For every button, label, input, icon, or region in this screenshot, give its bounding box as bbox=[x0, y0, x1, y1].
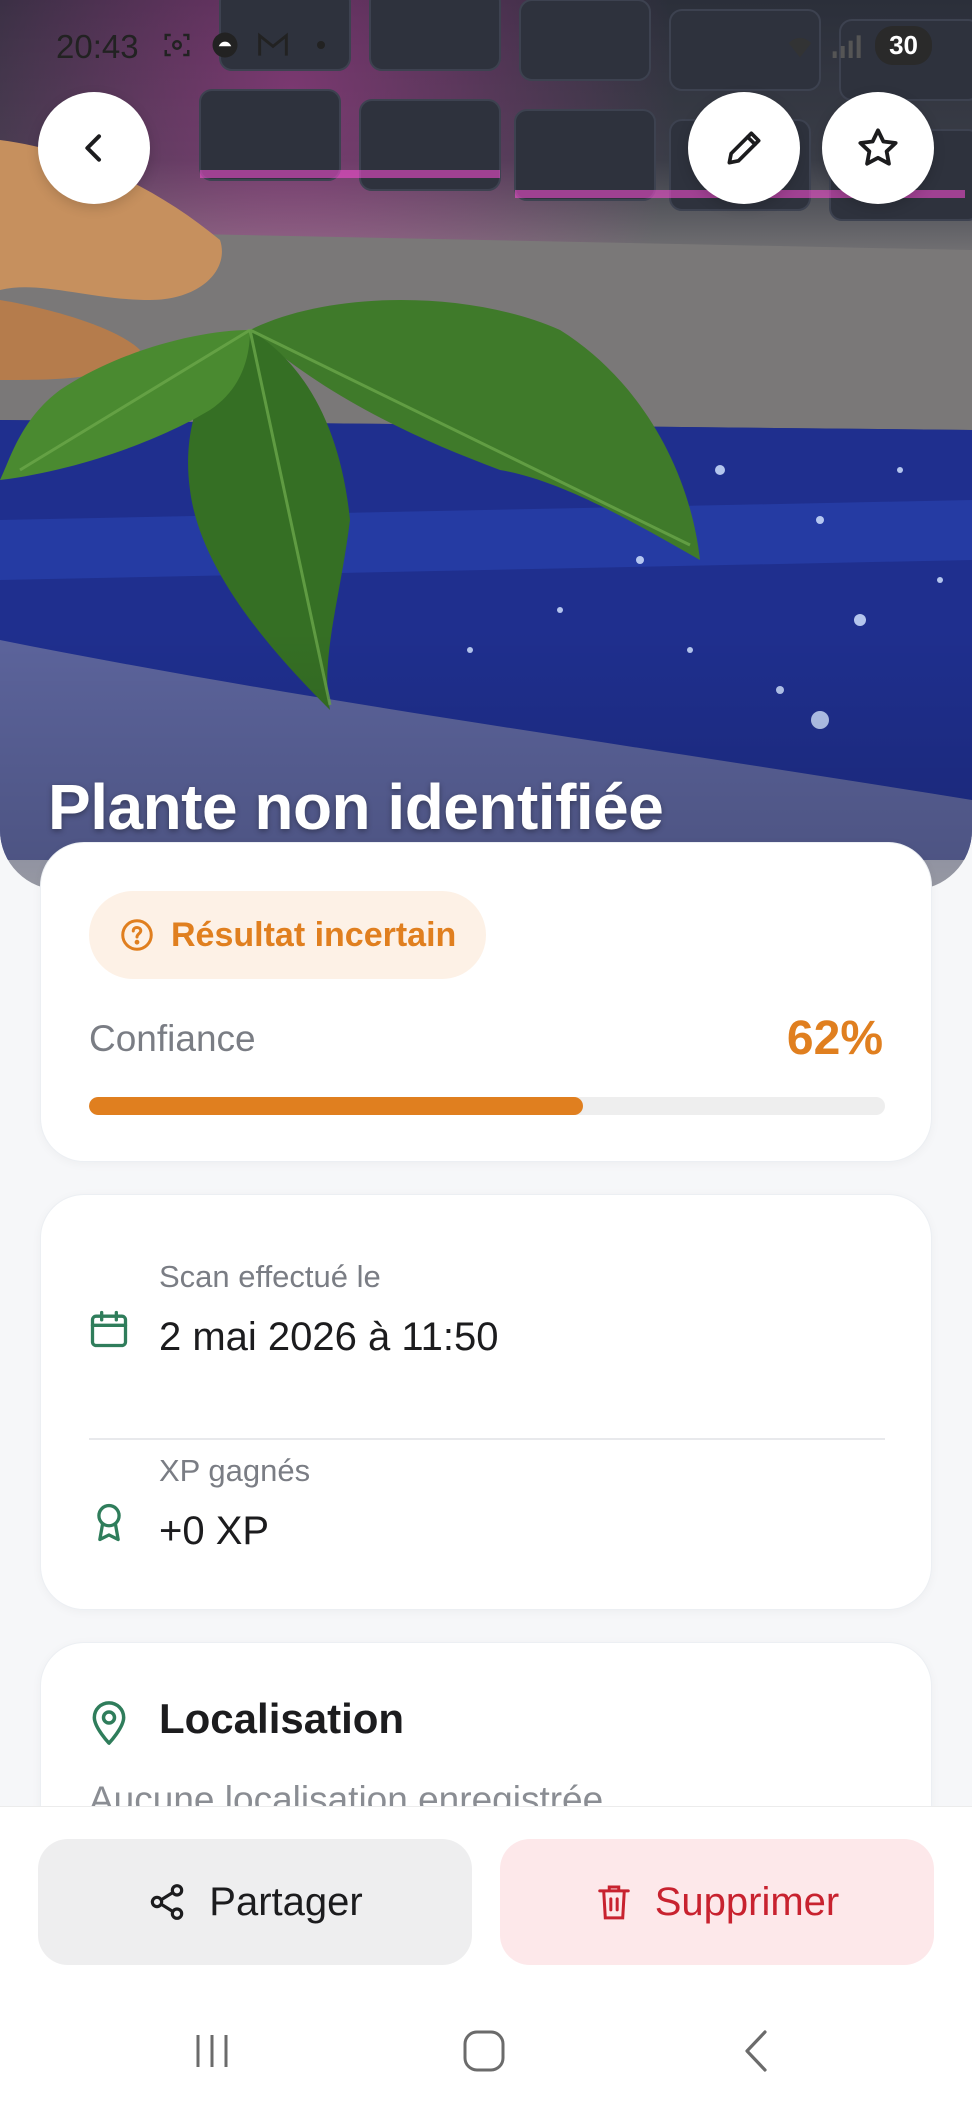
scan-date-label: Scan effectué le bbox=[159, 1259, 381, 1294]
gmail-icon bbox=[256, 28, 290, 62]
location-title: Localisation bbox=[159, 1695, 405, 1742]
recents-icon bbox=[196, 2035, 228, 2067]
badge-label: Résultat incertain bbox=[171, 915, 457, 954]
screenshot-icon bbox=[160, 28, 194, 62]
star-icon bbox=[858, 128, 898, 166]
pencil-icon bbox=[727, 131, 761, 165]
signal-icon bbox=[829, 29, 863, 63]
home-button[interactable] bbox=[444, 2016, 524, 2086]
status-bar: 20:43 30 bbox=[0, 0, 972, 90]
edit-button[interactable] bbox=[688, 92, 800, 204]
xp-value: +0 XP bbox=[159, 1509, 270, 1553]
confidence-card: Résultat incertain Confiance 62% bbox=[40, 842, 932, 1162]
home-icon bbox=[463, 2030, 505, 2072]
question-circle-icon bbox=[121, 919, 153, 951]
delete-button[interactable]: Supprimer bbox=[500, 1839, 934, 1965]
bottom-action-bar: Partager Supprimer bbox=[0, 1806, 972, 1996]
back-button[interactable] bbox=[38, 92, 150, 204]
scan-date-row: Scan effectué le 2 mai 2026 à 11:50 bbox=[41, 1235, 931, 1440]
confidence-value: 62% bbox=[786, 1012, 883, 1065]
share-button[interactable]: Partager bbox=[38, 1839, 472, 1965]
confidence-progress-bar bbox=[89, 1097, 885, 1115]
share-label: Partager bbox=[209, 1879, 363, 1924]
award-ribbon-icon bbox=[97, 1503, 121, 1542]
status-notification-icons bbox=[160, 28, 338, 62]
status-system-icons: 30 bbox=[783, 26, 932, 65]
xp-label: XP gagnés bbox=[159, 1453, 311, 1488]
plant-name-title: Plante non identifiée bbox=[48, 771, 664, 843]
uncertain-result-badge: Résultat incertain bbox=[89, 891, 487, 979]
back-arrow-icon bbox=[745, 2030, 767, 2072]
favorite-button[interactable] bbox=[822, 92, 934, 204]
map-pin-icon bbox=[92, 1701, 126, 1745]
status-time: 20:43 bbox=[56, 28, 139, 65]
share-icon bbox=[151, 1884, 184, 1920]
calendar-icon bbox=[90, 1310, 128, 1348]
system-back-button[interactable] bbox=[716, 2016, 796, 2086]
battery-indicator: 30 bbox=[875, 26, 932, 65]
confidence-label: Confiance bbox=[89, 1018, 256, 1059]
more-notifications-dot-icon bbox=[304, 28, 338, 62]
system-navigation-bar bbox=[0, 1996, 972, 2106]
scan-date-value: 2 mai 2026 à 11:50 bbox=[159, 1315, 499, 1359]
recent-apps-button[interactable] bbox=[172, 2016, 252, 2086]
scan-info-card: Scan effectué le 2 mai 2026 à 11:50 XP g… bbox=[40, 1194, 932, 1610]
chevron-left-icon bbox=[85, 134, 101, 162]
app-notification-icon bbox=[208, 28, 242, 62]
xp-row: XP gagnés +0 XP bbox=[41, 1429, 931, 1619]
wifi-icon bbox=[783, 29, 817, 63]
confidence-progress-fill bbox=[89, 1097, 583, 1115]
trash-icon bbox=[597, 1885, 630, 1920]
delete-label: Supprimer bbox=[654, 1879, 840, 1924]
